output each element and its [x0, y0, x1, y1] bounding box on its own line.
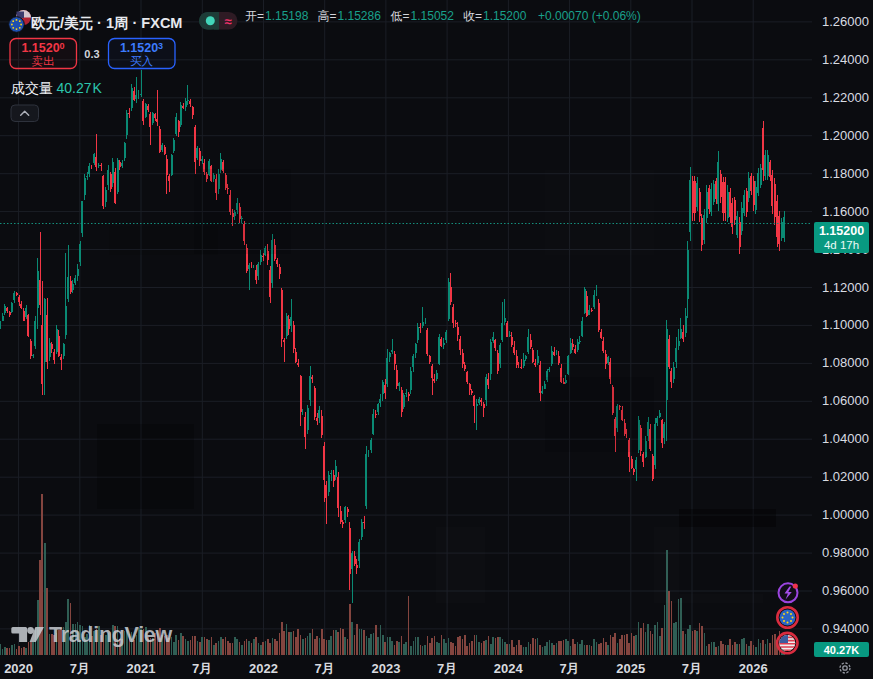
svg-text:≈: ≈: [224, 14, 231, 29]
svg-text:1.15198: 1.15198: [265, 9, 309, 23]
svg-text:欧元/美元 · 1周 · FXCM: 欧元/美元 · 1周 · FXCM: [31, 15, 182, 31]
svg-text:1.16000: 1.16000: [822, 204, 869, 219]
svg-text:4d 17h: 4d 17h: [824, 239, 859, 251]
svg-text:2025: 2025: [616, 661, 645, 676]
svg-text:1.15052: 1.15052: [411, 9, 455, 23]
svg-text:0.94000: 0.94000: [822, 621, 869, 636]
svg-text:1.26000: 1.26000: [822, 14, 869, 29]
svg-text:40.27K: 40.27K: [57, 80, 103, 96]
svg-text:1.15200: 1.15200: [21, 41, 64, 55]
svg-text:7月: 7月: [437, 661, 457, 676]
svg-text:0.98000: 0.98000: [822, 545, 869, 560]
svg-text:1.18000: 1.18000: [822, 166, 869, 181]
svg-text:7月: 7月: [70, 661, 90, 676]
svg-text:2026: 2026: [739, 661, 768, 676]
svg-text:+0.00070 (+0.06%): +0.00070 (+0.06%): [538, 9, 641, 23]
svg-text:TradingView: TradingView: [49, 623, 173, 647]
svg-text:2020: 2020: [4, 661, 33, 676]
svg-text:1.15286: 1.15286: [338, 9, 382, 23]
svg-text:1.00000: 1.00000: [822, 507, 869, 522]
svg-text:收=: 收=: [463, 9, 482, 23]
svg-text:2022: 2022: [249, 661, 278, 676]
svg-text:2021: 2021: [127, 661, 156, 676]
svg-text:卖出: 卖出: [32, 55, 55, 67]
svg-text:成交量: 成交量: [11, 80, 53, 96]
svg-text:7月: 7月: [192, 661, 212, 676]
svg-text:1.06000: 1.06000: [822, 393, 869, 408]
svg-text:7月: 7月: [315, 661, 335, 676]
svg-text:2024: 2024: [494, 661, 524, 676]
svg-text:0.3: 0.3: [84, 48, 99, 60]
svg-text:1.15200: 1.15200: [483, 9, 527, 23]
svg-text:0.96000: 0.96000: [822, 583, 869, 598]
svg-text:7月: 7月: [559, 661, 579, 676]
svg-text:2023: 2023: [371, 661, 400, 676]
svg-text:1.24000: 1.24000: [822, 52, 869, 67]
svg-text:开=: 开=: [245, 9, 264, 23]
svg-text:1.02000: 1.02000: [822, 469, 869, 484]
svg-text:1.08000: 1.08000: [822, 355, 869, 370]
svg-text:低=: 低=: [391, 9, 410, 23]
svg-text:7月: 7月: [682, 661, 702, 676]
svg-text:1.20000: 1.20000: [822, 128, 869, 143]
svg-text:1.10000: 1.10000: [822, 317, 869, 332]
svg-text:1.15203: 1.15203: [120, 41, 163, 55]
svg-text:高=: 高=: [318, 9, 337, 23]
svg-text:40.27K: 40.27K: [824, 644, 860, 656]
svg-text:1.22000: 1.22000: [822, 90, 869, 105]
svg-text:1.04000: 1.04000: [822, 431, 869, 446]
svg-text:1.12000: 1.12000: [822, 280, 869, 295]
svg-text:买入: 买入: [130, 55, 154, 67]
svg-text:1.15200: 1.15200: [819, 224, 864, 238]
